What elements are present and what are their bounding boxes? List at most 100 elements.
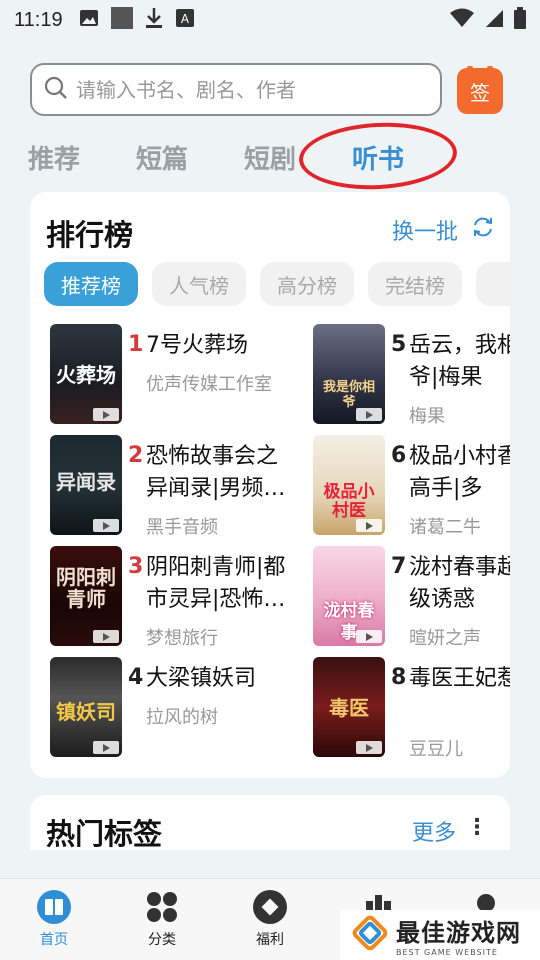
- cover-title: 阴阳刺青师: [56, 565, 116, 611]
- tab-recommend[interactable]: 推荐: [28, 139, 80, 176]
- book-item[interactable]: 火葬场 1 7号火葬场 优声传媒工作室: [50, 324, 350, 424]
- cover-title: 异闻录: [56, 470, 116, 494]
- book-author: 拉风的树: [146, 707, 218, 728]
- chip-high-score[interactable]: 高分榜: [260, 262, 354, 306]
- book-author: 豆豆儿: [409, 739, 463, 760]
- hot-tags-title: 热门标签: [46, 817, 163, 851]
- ranking-chips: 推荐榜 人气榜 高分榜 完结榜 热: [44, 262, 510, 310]
- site-watermark: 最佳游戏网 BEST GAME WEBSITE: [340, 910, 540, 960]
- content-fade: [0, 850, 540, 878]
- play-icon: [93, 519, 119, 532]
- nav-welfare-label: 福利: [256, 932, 284, 948]
- book-title: 极品小村香高手|多: [409, 444, 510, 501]
- chip-recommend[interactable]: 推荐榜: [44, 262, 138, 306]
- rank-number: 5: [391, 332, 407, 357]
- status-time: 11:19: [14, 8, 63, 31]
- nav-home-label: 首页: [40, 932, 68, 948]
- play-icon: [93, 408, 119, 421]
- nav-category-label: 分类: [148, 932, 176, 948]
- tab-short-stories[interactable]: 短篇: [136, 139, 188, 176]
- book-cover: 镇妖司: [50, 657, 122, 757]
- refresh-button[interactable]: 换一批: [392, 214, 494, 246]
- more-button[interactable]: 更多: [412, 815, 456, 847]
- top-tabs: 推荐 短篇 短剧 听书: [0, 135, 540, 180]
- highlight-circle: [297, 118, 459, 194]
- cover-title: 我是你相爷: [322, 380, 375, 410]
- book-item[interactable]: 阴阳刺青师 3 阴阳刺青师|都市灵异|恐怖… 梦想旅行: [50, 546, 350, 649]
- book-title: 7号火葬场: [146, 333, 248, 358]
- book-cover: 火葬场: [50, 324, 122, 424]
- book-author: 黑手音频: [146, 517, 218, 538]
- cover-title: 火葬场: [56, 363, 116, 387]
- book-title: 毒医王妃惹: [409, 666, 510, 691]
- square-notification-icon: [110, 6, 133, 34]
- nav-welfare[interactable]: 福利: [230, 889, 310, 949]
- search-input[interactable]: [76, 77, 416, 102]
- image-notification-icon: [79, 9, 99, 32]
- play-icon: [93, 630, 119, 643]
- book-item[interactable]: 我是你相爷 5 岳云，我相爷|梅果 梅果: [313, 324, 510, 427]
- book-item[interactable]: 镇妖司 4 大梁镇妖司 拉风的树: [50, 657, 350, 757]
- chip-completed[interactable]: 完结榜: [368, 262, 462, 306]
- signal-icon: [484, 8, 504, 33]
- book-item[interactable]: 异闻录 2 恐怖故事会之异闻录|男频… 黑手音频: [50, 435, 350, 538]
- ranking-card: 排行榜 换一批 推荐榜 人气榜 高分榜 完结榜 热 火葬场 1 7号火葬场 优声…: [30, 192, 510, 778]
- book-title: 泷村春事超级诱惑: [409, 555, 510, 612]
- play-icon: [356, 408, 382, 421]
- tab-short-drama[interactable]: 短剧: [244, 139, 296, 176]
- watermark-title: 最佳游戏网: [396, 919, 521, 947]
- book-author: 诸葛二牛: [409, 517, 481, 538]
- rank-number: 3: [128, 554, 144, 579]
- rank-number: 8: [391, 665, 407, 690]
- book-cover: 异闻录: [50, 435, 122, 535]
- book-item[interactable]: 极品小村医 6 极品小村香高手|多 诸葛二牛: [313, 435, 510, 538]
- rank-number: 6: [391, 443, 407, 468]
- cover-title: 毒医: [329, 696, 369, 720]
- cover-title: 镇妖司: [56, 700, 116, 724]
- battery-icon: [514, 6, 526, 34]
- refresh-icon: [472, 216, 494, 244]
- rank-number: 1: [128, 332, 144, 357]
- wifi-icon: [450, 8, 474, 33]
- book-title: 恐怖故事会之异闻录|男频…: [146, 444, 286, 501]
- chip-popular[interactable]: 人气榜: [152, 262, 246, 306]
- book-author: 梦想旅行: [146, 628, 218, 649]
- cover-title: 极品小村医: [323, 482, 375, 521]
- watermark-subtitle: BEST GAME WEBSITE: [396, 948, 498, 957]
- play-icon: [93, 741, 119, 754]
- play-icon: [356, 630, 382, 643]
- chip-hot[interactable]: 热: [476, 262, 510, 306]
- more-menu-icon[interactable]: ⋮: [466, 815, 488, 840]
- rank-number: 2: [128, 443, 144, 468]
- play-icon: [356, 519, 382, 532]
- watermark-logo-icon: [350, 913, 390, 957]
- book-title: 岳云，我相爷|梅果: [409, 333, 510, 390]
- download-icon: [145, 7, 163, 34]
- search-icon: [44, 76, 68, 104]
- status-bar: 11:19 A: [0, 0, 540, 40]
- book-item[interactable]: 泷村春事 7 泷村春事超级诱惑 暄妍之声: [313, 546, 510, 649]
- ranking-title: 排行榜: [46, 218, 134, 252]
- hot-tags-card: 热门标签 更多 ⋮: [30, 795, 510, 855]
- book-title: 大梁镇妖司: [146, 666, 257, 691]
- book-cover: 我是你相爷: [313, 324, 385, 424]
- book-item[interactable]: 毒医 8 毒医王妃惹 豆豆儿: [313, 657, 510, 760]
- search-bar[interactable]: [30, 63, 442, 116]
- welfare-coin-icon: [252, 889, 288, 925]
- rank-number: 4: [128, 665, 144, 690]
- home-book-icon: [36, 889, 72, 925]
- nav-home[interactable]: 首页: [14, 889, 94, 949]
- calendar-ring-icon: [467, 66, 473, 72]
- book-author: 暄妍之声: [409, 628, 481, 649]
- category-grid-icon: [144, 889, 180, 925]
- sign-in-label: 签: [470, 80, 490, 105]
- sign-in-button[interactable]: 签: [457, 66, 503, 114]
- book-author: 优声传媒工作室: [146, 374, 272, 395]
- rank-number: 7: [391, 554, 407, 579]
- app-notification-icon: A: [175, 8, 195, 33]
- refresh-label: 换一批: [391, 220, 458, 245]
- play-icon: [356, 741, 382, 754]
- book-cover: 阴阳刺青师: [50, 546, 122, 646]
- nav-category[interactable]: 分类: [122, 889, 202, 949]
- book-author: 梅果: [409, 406, 445, 427]
